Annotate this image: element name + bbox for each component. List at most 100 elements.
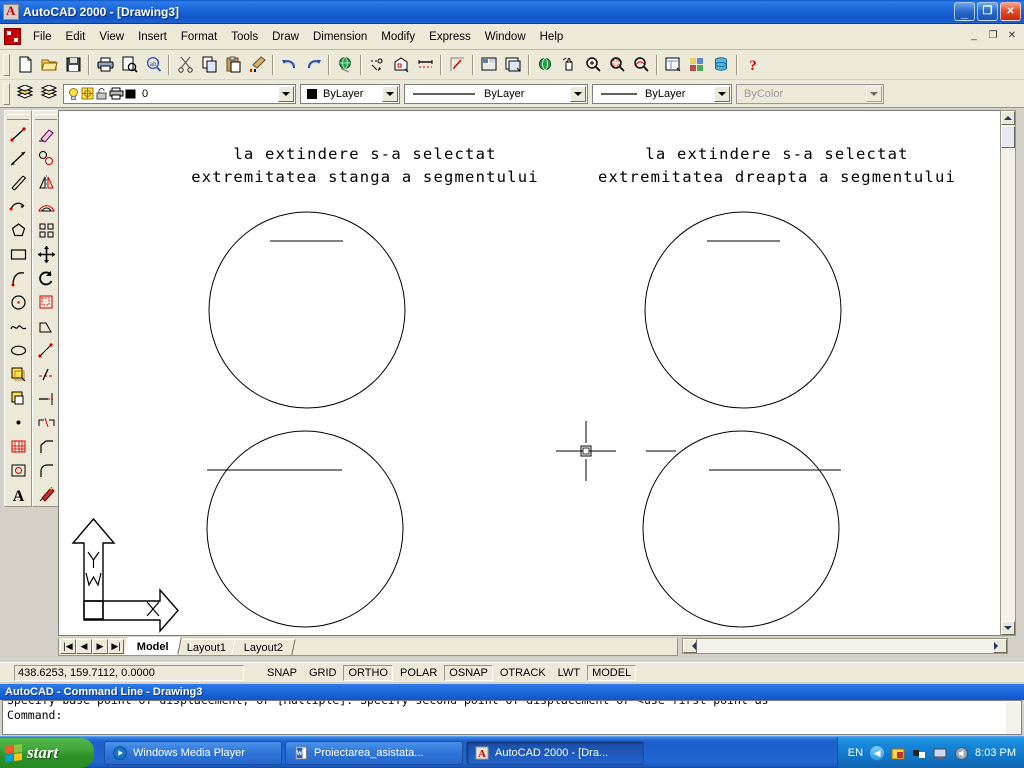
command-window[interactable]: Specify base point of displacement, or [… [2,700,1022,735]
offset-icon[interactable] [34,194,58,218]
menu-item-modify[interactable]: Modify [374,28,422,46]
chamfer-icon[interactable] [34,434,58,458]
scroll-left-button[interactable] [683,639,697,653]
tab-layout1[interactable]: Layout1 [174,639,239,655]
status-toggle-polar[interactable]: POLAR [395,665,442,681]
minimize-button[interactable]: _ [954,2,975,21]
plotstyle-dropdown-arrow[interactable] [866,86,882,102]
layout-icon[interactable] [501,53,525,76]
toolbar-grip[interactable] [3,83,10,105]
erase-icon[interactable] [34,122,58,146]
construction-line-icon[interactable] [6,146,30,170]
trim-icon[interactable] [34,362,58,386]
menu-item-view[interactable]: View [92,28,131,46]
close-button[interactable]: ✕ [1000,2,1021,21]
arc-icon[interactable] [6,266,30,290]
polygon-icon[interactable] [6,218,30,242]
spline-icon[interactable] [6,314,30,338]
explode-icon[interactable] [34,482,58,506]
zoom-realtime-icon[interactable] [581,53,605,76]
globe-icon[interactable] [333,53,357,76]
paste-icon[interactable] [221,53,245,76]
toolbar-grip[interactable] [7,114,29,120]
taskbar-item-word-document[interactable]: W Proiectarea_asistata... [285,741,463,765]
insert-block-icon[interactable] [6,362,30,386]
save-icon[interactable] [61,53,85,76]
network-icon[interactable] [912,746,927,761]
tab-prev-button[interactable]: ◀ [76,639,92,654]
tab-last-button[interactable]: ▶| [108,639,124,654]
zoom-window-icon[interactable] [605,53,629,76]
mdi-close-button[interactable]: ✕ [1004,28,1020,43]
find-replace-icon[interactable]: ab [141,53,165,76]
move-icon[interactable] [34,242,58,266]
command-scrollbar[interactable] [1006,702,1020,735]
chevron-left-icon[interactable]: ◀ [869,745,885,761]
system-clock[interactable]: 8:03 PM [975,747,1016,759]
copy-icon[interactable] [197,53,221,76]
ellipse-icon[interactable] [6,338,30,362]
start-button[interactable]: start [0,738,94,768]
display-icon[interactable] [933,746,948,761]
layer-dropdown-arrow[interactable] [278,86,294,102]
multiline-icon[interactable] [6,170,30,194]
menu-item-insert[interactable]: Insert [131,28,174,46]
coordinate-display[interactable]: 438.6253, 159.7112, 0.0000 [14,665,244,681]
vertical-scroll-thumb[interactable] [1001,126,1015,148]
plotstyle-control-combo[interactable]: ByColor [736,84,884,104]
scroll-up-button[interactable] [1001,111,1015,125]
designcenter-icon[interactable] [685,53,709,76]
hatch-icon[interactable] [6,434,30,458]
drawing-area[interactable]: la extindere s-a selectatextremitatea st… [58,110,1008,636]
tab-layout2[interactable]: Layout2 [231,639,296,655]
taskbar-item-autocad[interactable]: A AutoCAD 2000 - [Dra... [466,741,644,765]
multiline-text-icon[interactable]: A [6,482,30,506]
security-icon[interactable] [891,746,906,761]
horizontal-scrollbar[interactable] [682,638,1008,654]
line-icon[interactable] [6,122,30,146]
tab-first-button[interactable]: |◀ [60,639,76,654]
toolbar-grip[interactable] [3,54,10,76]
document-menu-icon[interactable] [4,28,21,45]
lengthen-icon[interactable] [34,338,58,362]
status-toggle-otrack[interactable]: OTRACK [495,665,551,681]
vertical-scrollbar[interactable] [1000,110,1016,636]
mirror-icon[interactable] [34,170,58,194]
mdi-minimize-button[interactable]: _ [966,28,982,43]
rectangle-icon[interactable] [6,242,30,266]
status-toggle-grid[interactable]: GRID [304,665,342,681]
region-icon[interactable] [6,458,30,482]
status-toggle-osnap[interactable]: OSNAP [444,665,493,681]
color-dropdown-arrow[interactable] [382,86,398,102]
pan-icon[interactable] [557,53,581,76]
new-icon[interactable] [13,53,37,76]
database-icon[interactable] [709,53,733,76]
linetype-control-combo[interactable]: ByLayer [404,84,588,104]
stretch-icon[interactable] [34,314,58,338]
status-toggle-snap[interactable]: SNAP [262,665,302,681]
menu-item-format[interactable]: Format [174,28,224,46]
make-block-icon[interactable] [6,386,30,410]
layer-previous-icon[interactable] [37,82,61,105]
menu-item-file[interactable]: File [26,28,59,46]
mdi-restore-button[interactable]: ❐ [985,28,1001,43]
undo-icon[interactable] [277,53,301,76]
pan-realtime-icon[interactable] [533,53,557,76]
lineweight-dropdown-arrow[interactable] [714,86,730,102]
toolbar-grip[interactable] [35,114,57,120]
scroll-down-button[interactable] [1001,621,1015,635]
status-toggle-ortho[interactable]: ORTHO [343,665,393,681]
menu-item-express[interactable]: Express [422,28,478,46]
layers-dialog-icon[interactable] [13,82,37,105]
circle-bottom-left[interactable] [207,431,403,627]
insert-hyperlink-icon[interactable] [365,53,389,76]
volume-icon[interactable] [954,746,969,761]
menu-item-edit[interactable]: Edit [59,28,93,46]
status-toggle-lwt[interactable]: LWT [553,665,585,681]
point-icon[interactable] [6,410,30,434]
linetype-dropdown-arrow[interactable] [570,86,586,102]
menu-item-draw[interactable]: Draw [265,28,306,46]
cut-icon[interactable] [173,53,197,76]
open-icon[interactable] [37,53,61,76]
match-properties-icon[interactable] [245,53,269,76]
